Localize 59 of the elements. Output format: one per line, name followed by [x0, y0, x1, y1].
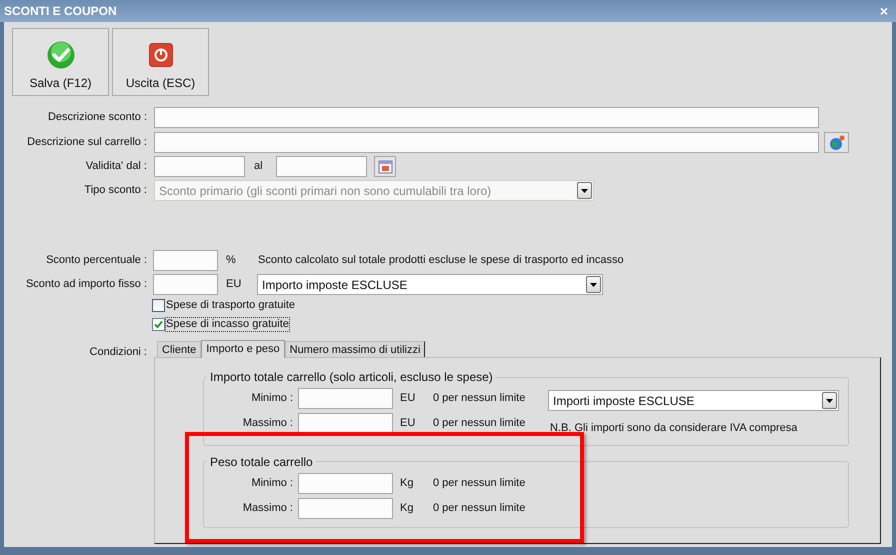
- checkmark-icon: [46, 41, 74, 69]
- checkbox[interactable]: [152, 318, 165, 331]
- exit-button[interactable]: Uscita (ESC): [112, 28, 209, 96]
- input-field[interactable]: [276, 156, 367, 177]
- field-label: Sconto percentuale :: [46, 253, 147, 268]
- power-icon: [148, 43, 172, 67]
- window-title: SCONTI E COUPON: [4, 3, 117, 20]
- globe-icon: [828, 134, 844, 150]
- field-label: Massimo :: [242, 500, 293, 516]
- input-field[interactable]: [153, 274, 218, 295]
- save-button[interactable]: Salva (F12): [12, 28, 109, 96]
- field-label: Condizioni :: [90, 345, 147, 360]
- input-field[interactable]: [298, 472, 393, 494]
- unit-label: Kg: [400, 500, 414, 516]
- checkbox-label: Spese di incasso gratuite: [166, 318, 289, 331]
- caret-icon: [590, 282, 597, 286]
- input-field[interactable]: [298, 388, 393, 409]
- field-label: al: [254, 159, 264, 174]
- field-label: Tipo sconto :: [84, 183, 147, 198]
- note-text: N.B. Gli importi sono da considerare IVA compresa: [550, 421, 798, 436]
- input-field[interactable]: [154, 107, 819, 128]
- dropdown[interactable]: Importi imposte ESCLUSE: [548, 390, 839, 411]
- dropdown[interactable]: Importo imposte ESCLUSE: [257, 274, 603, 295]
- field-label: Sconto ad importo fisso :: [26, 277, 147, 292]
- unit-label: %: [226, 253, 237, 268]
- dropdown-button[interactable]: [822, 392, 837, 409]
- globe-button[interactable]: [824, 132, 849, 153]
- field-label: Descrizione sconto :: [48, 110, 147, 126]
- unit-label: EU: [226, 277, 242, 292]
- dropdown-button[interactable]: [586, 276, 601, 293]
- hint-text: 0 per nessun limite: [433, 416, 526, 432]
- field-label: Minimo :: [251, 476, 293, 491]
- hint-text: 0 per nessun limite: [433, 500, 526, 516]
- field-label: Massimo :: [242, 416, 293, 432]
- calendar-icon: [378, 159, 392, 174]
- caret-icon: [581, 188, 588, 192]
- input-field[interactable]: [298, 413, 393, 434]
- input-field[interactable]: [154, 132, 819, 153]
- unit-label: Kg: [400, 476, 414, 491]
- input-field[interactable]: [154, 156, 245, 177]
- group-title: Importo totale carrello (solo articoli, escluso le spese): [209, 369, 494, 386]
- input-field[interactable]: [298, 498, 393, 518]
- field-label: Minimo :: [251, 391, 293, 406]
- tab[interactable]: Numero massimo di utilizzi: [284, 341, 426, 357]
- hint-text: 0 per nessun limite: [433, 391, 526, 406]
- input-field[interactable]: [153, 250, 218, 271]
- field-label: Descrizione sul carrello :: [27, 135, 147, 150]
- calendar-button[interactable]: [374, 156, 396, 177]
- group-title: Peso totale carrello: [209, 454, 314, 470]
- checkbox[interactable]: [152, 299, 165, 312]
- hint-text: 0 per nessun limite: [433, 476, 526, 491]
- tab[interactable]: Importo e peso: [201, 340, 285, 358]
- tab[interactable]: Cliente: [157, 341, 202, 357]
- checkbox-label: Spese di trasporto gratuite: [166, 299, 296, 312]
- unit-label: EU: [400, 416, 416, 432]
- info-text: Sconto calcolato sul totale prodotti escluse le spese di trasporto ed incasso: [258, 253, 624, 268]
- field-label: Validita' dal :: [86, 159, 147, 174]
- caret-icon: [826, 398, 833, 402]
- unit-label: EU: [400, 391, 416, 406]
